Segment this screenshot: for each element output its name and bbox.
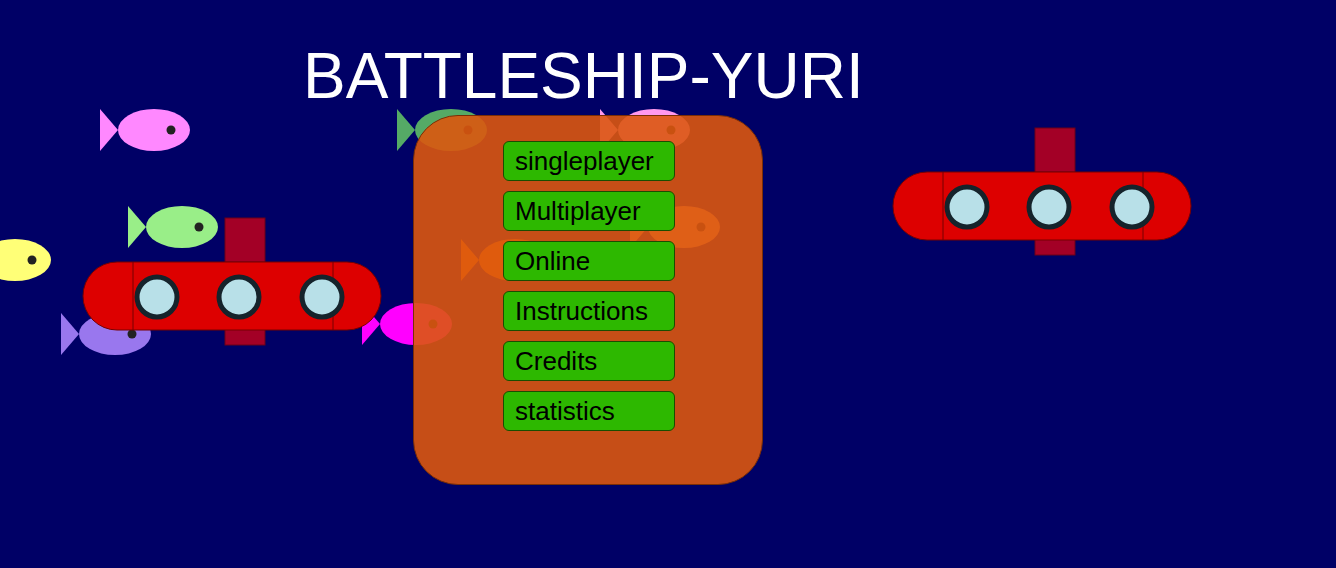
submarine-icon bbox=[892, 127, 1192, 257]
submarine-icon bbox=[82, 217, 382, 347]
game-title: BATTLESHIP-YURI bbox=[303, 44, 864, 108]
menu-panel: singleplayer Multiplayer Online Instruction… bbox=[413, 115, 763, 485]
menu-button[interactable]: Multiplayer bbox=[503, 191, 675, 231]
fish-icon bbox=[128, 205, 218, 249]
game-screen: BATTLESHIP-YURI singleplayer Multiplayer On… bbox=[0, 0, 1336, 568]
fish-icon bbox=[0, 238, 51, 282]
menu-button[interactable]: Credits bbox=[503, 341, 675, 381]
menu-button[interactable]: singleplayer bbox=[503, 141, 675, 181]
menu-button[interactable]: Instructions bbox=[503, 291, 675, 331]
menu-button[interactable]: statistics bbox=[503, 391, 675, 431]
fish-icon bbox=[100, 108, 190, 152]
menu-button[interactable]: Online bbox=[503, 241, 675, 281]
